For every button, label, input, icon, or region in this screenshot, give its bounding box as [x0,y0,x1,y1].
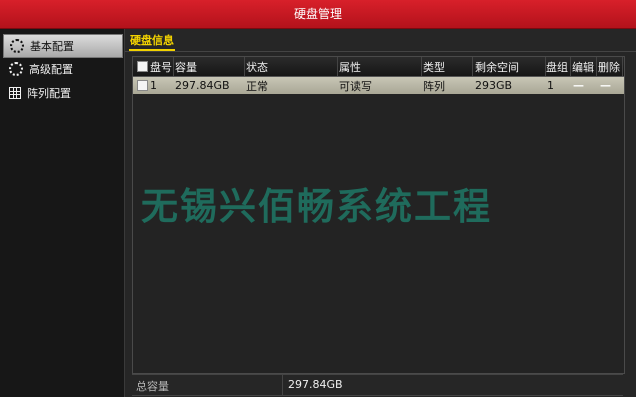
header-type: 类型 [421,57,473,76]
array-grid-icon [9,87,21,99]
sidebar-item-advanced-config[interactable]: 高级配置 [3,58,121,80]
sidebar: 基本配置 高级配置 阵列配置 [0,29,125,397]
footer-divider [282,375,283,395]
header-free-space: 剩余空间 [473,57,546,76]
row-disk-no: 1 [137,77,157,94]
header-edit: 编辑 [570,57,597,76]
header-disk-no: 盘号 [135,57,174,76]
sidebar-item-label: 基本配置 [30,40,74,53]
watermark-text: 无锡兴佰畅系统工程 [141,185,492,228]
row-group: 1 [547,79,554,92]
total-capacity-value: 297.84GB [288,378,343,391]
edit-button[interactable]: — [573,77,584,94]
window-title: 硬盘管理 [0,0,636,29]
header-delete: 删除 [596,57,623,76]
table-row[interactable]: 1 297.84GB 正常 可读写 阵列 293GB 1 — — [133,77,624,94]
select-all-checkbox[interactable] [137,61,148,72]
header-attribute: 属性 [337,57,422,76]
gear-advanced-icon [9,62,23,76]
total-capacity-label: 总容量 [136,380,169,393]
total-capacity-bar: 总容量 297.84GB [132,374,623,396]
gear-icon [10,39,24,53]
header-group: 盘组 [544,57,571,76]
tab-disk-info[interactable]: 硬盘信息 [129,33,175,51]
table-header: 盘号 容量 状态 属性 类型 剩余空间 盘组 编辑 删除 [133,57,624,77]
header-capacity: 容量 [173,57,245,76]
row-type: 阵列 [423,79,445,93]
delete-button[interactable]: — [600,77,611,94]
row-capacity: 297.84GB [175,79,230,92]
row-checkbox[interactable] [137,80,148,91]
row-free-space: 293GB [475,79,513,92]
row-attribute: 可读写 [339,79,372,93]
sidebar-item-basic-config[interactable]: 基本配置 [3,34,123,58]
sidebar-item-array-config[interactable]: 阵列配置 [3,82,121,104]
sidebar-item-label: 阵列配置 [27,87,71,100]
header-status: 状态 [244,57,338,76]
tab-divider [125,51,636,52]
sidebar-item-label: 高级配置 [29,63,73,76]
row-status: 正常 [246,79,268,93]
